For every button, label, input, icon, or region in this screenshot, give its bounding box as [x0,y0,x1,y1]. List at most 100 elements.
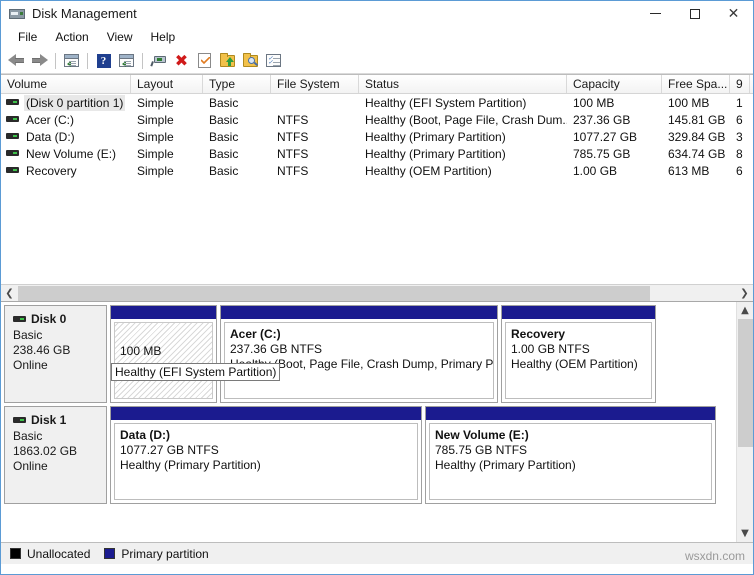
hscroll-track[interactable] [18,285,736,301]
delete-button[interactable]: ✖ [170,50,193,72]
cell-status: Healthy (Primary Partition) [365,129,506,144]
cell-free-space: 634.74 GB [668,146,726,161]
column-header-type[interactable]: Type [203,75,271,93]
scroll-left-icon[interactable]: ❮ [1,285,18,301]
volume-list-hscrollbar[interactable]: ❮ ❯ [1,284,753,301]
cell-status: Healthy (Boot, Page File, Crash Dum... [365,112,567,127]
properties-button[interactable] [193,50,216,72]
cell-percent: 3 [736,129,743,144]
cell-layout: Simple [137,129,174,144]
scroll-up-icon[interactable]: ▲ [737,302,754,319]
partition-color-bar [111,306,216,319]
legend-label-primary-partition: Primary partition [121,546,209,561]
cell-type: Basic [209,163,239,178]
cell-free-space: 100 MB [668,95,710,110]
disk-title: Disk 0 [13,312,106,326]
partition-status: Healthy (Primary Partition) [435,458,576,472]
minimize-button[interactable] [636,1,675,26]
disk-state: Online [13,358,48,372]
up-one-level-button[interactable] [60,50,83,72]
vscroll-thumb[interactable] [737,319,753,447]
column-header-status[interactable]: Status [359,75,567,93]
partition-color-bar [502,306,655,319]
partition-block[interactable]: Recovery 1.00 GB NTFS Healthy (OEM Partiti… [501,305,656,403]
disk-name: Disk 0 [31,312,67,326]
column-header-free-spa[interactable]: Free Spa... [662,75,730,93]
scroll-down-icon[interactable]: ▼ [737,525,754,542]
partition-body: New Volume (E:) 785.75 GB NTFS Healthy (Pr… [429,423,712,500]
export-list-icon [220,52,235,67]
partition-body: 100 MB [114,322,213,399]
cell-free-space: 613 MB [668,163,710,178]
back-button[interactable] [5,50,28,72]
cell-status: Healthy (Primary Partition) [365,146,506,161]
cell-volume: Data (D:) [1,129,131,145]
menu-item-file[interactable]: File [9,28,46,46]
partition-body: Recovery 1.00 GB NTFS Healthy (OEM Partiti… [505,322,652,399]
toolbar-separator [55,52,56,69]
scroll-right-icon[interactable]: ❯ [736,285,753,301]
column-header-9[interactable]: 9 [730,75,750,93]
disk-info-panel[interactable]: Disk 0 Basic 238.46 GB Online [4,305,107,403]
disk-name: Disk 1 [31,413,67,427]
legend-label-unallocated: Unallocated [27,546,91,561]
menu-item-view[interactable]: View [98,28,142,46]
cell-file-system: NTFS [277,129,309,144]
column-header-layout[interactable]: Layout [131,75,203,93]
cell-layout: Simple [137,95,174,110]
disk-icon [13,315,26,324]
partition-color-bar [221,306,497,319]
volume-icon [6,149,19,158]
maximize-icon [689,8,700,19]
find-button[interactable] [239,50,262,72]
vscroll-track[interactable] [737,319,754,525]
disk-size: 1863.02 GB [13,444,78,458]
disk-info-panel[interactable]: Disk 1 Basic 1863.02 GB Online [4,406,107,504]
partition-size: 100 MB [120,344,162,358]
cell-layout: Simple [137,146,174,161]
disk-graphical-pane: Disk 0 Basic 238.46 GB Online 100 MB Acer (C:… [1,302,753,542]
menu-item-action[interactable]: Action [46,28,97,46]
column-header-volume[interactable]: Volume [1,75,131,93]
volume-icon [6,98,19,107]
partition-block[interactable]: Acer (C:) 237.36 GB NTFS Healthy (Boot, Pa… [220,305,498,403]
maximize-button[interactable] [675,1,714,26]
partition-size: 1077.27 GB NTFS [120,443,219,457]
cell-layout: Simple [137,112,174,127]
show-list-button[interactable]: ✓ ✓ [262,50,285,72]
help-button[interactable]: ? [92,50,115,72]
export-list-button[interactable] [216,50,239,72]
partition-block[interactable]: 100 MB [110,305,217,403]
table-row[interactable]: (Disk 0 partition 1) Simple Basic Healthy (… [1,94,753,111]
close-button[interactable]: ✕ [714,1,753,26]
legend-bar: Unallocated Primary partition wsxdn.com [1,542,753,564]
cell-type: Basic [209,129,239,144]
show-list-icon: ✓ ✓ [266,54,281,67]
volume-name: Acer (C:) [26,112,74,127]
table-row[interactable]: Data (D:) Simple Basic NTFS Healthy (Primary… [1,128,753,145]
disk-management-icon [9,6,25,22]
minimize-icon [650,13,661,14]
table-row[interactable]: New Volume (E:) Simple Basic NTFS Healthy (P… [1,145,753,162]
disk-type: Basic [13,328,43,342]
column-header-capacity[interactable]: Capacity [567,75,662,93]
cell-capacity: 1.00 GB [573,163,618,178]
forward-icon [31,54,48,67]
rescan-disks-button[interactable] [147,50,170,72]
partition-block[interactable]: New Volume (E:) 785.75 GB NTFS Healthy (Pr… [425,406,716,504]
menu-item-help[interactable]: Help [142,28,185,46]
show-hide-console-tree-button[interactable] [115,50,138,72]
partition-body: Data (D:) 1077.27 GB NTFS Healthy (Primary… [114,423,418,500]
partition-status: Healthy (OEM Partition) [511,357,638,371]
cell-percent: 8 [736,146,743,161]
table-row[interactable]: Acer (C:) Simple Basic NTFS Healthy (Boot, P… [1,111,753,128]
partition-name: Data (D:) [120,428,170,442]
partition-block[interactable]: Data (D:) 1077.27 GB NTFS Healthy (Primary… [110,406,422,504]
disk-title: Disk 1 [13,413,106,427]
column-header-file-system[interactable]: File System [271,75,359,93]
disk-pane-vscrollbar[interactable]: ▲ ▼ [736,302,753,542]
forward-button[interactable] [28,50,51,72]
hscroll-thumb[interactable] [18,285,650,301]
partition-name-spacer [120,327,207,344]
table-row[interactable]: Recovery Simple Basic NTFS Healthy (OEM Part… [1,162,753,179]
